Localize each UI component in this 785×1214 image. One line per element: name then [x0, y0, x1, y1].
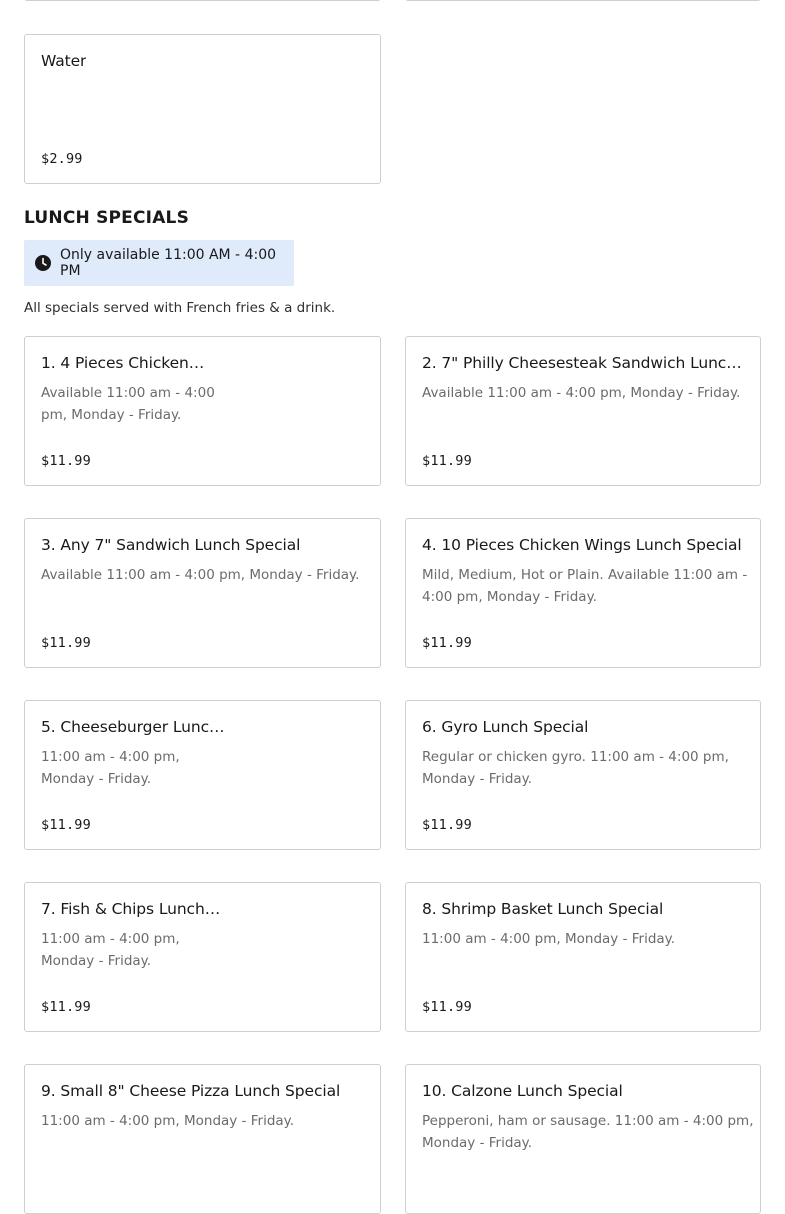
menu-item-price: $11.99: [422, 999, 472, 1015]
menu-item-price: $11.99: [422, 817, 472, 833]
menu-item-price: $11.99: [422, 453, 472, 469]
menu-item-card[interactable]: 8. Shrimp Basket Lunch Special 11:00 am …: [405, 882, 761, 1032]
menu-item-name: 1. 4 Pieces Chicken…: [41, 354, 205, 372]
menu-item-price: $11.99: [422, 635, 472, 651]
menu-item-name: 5. Cheeseburger Lunc…: [41, 718, 225, 736]
menu-item-card[interactable]: 2. 7" Philly Cheesesteak Sandwich Lunch……: [405, 336, 761, 486]
menu-item-name: 10. Calzone Lunch Special: [422, 1082, 623, 1100]
menu-item-name: 9. Small 8" Cheese Pizza Lunch Special: [41, 1082, 341, 1100]
menu-item-price: $11.99: [41, 817, 91, 833]
menu-item-description: 11:00 am - 4:00 pm, Monday - Friday.: [41, 749, 180, 787]
menu-item-card[interactable]: 6. Gyro Lunch Special Regular or chicken…: [405, 700, 761, 850]
menu-item-card[interactable]: 3. Any 7" Sandwich Lunch Special Availab…: [24, 518, 381, 668]
menu-item-card[interactable]: 9. Small 8" Cheese Pizza Lunch Special 1…: [24, 1064, 381, 1214]
menu-item-name: 3. Any 7" Sandwich Lunch Special: [41, 536, 301, 554]
availability-banner: Only available 11:00 AM - 4:00 PM: [24, 240, 294, 286]
section-title: LUNCH SPECIALS: [24, 208, 190, 228]
menu-item-name: 6. Gyro Lunch Special: [422, 718, 589, 736]
menu-item-card[interactable]: 4. 10 Pieces Chicken Wings Lunch Special…: [405, 518, 761, 668]
menu-item-card[interactable]: 5. Cheeseburger Lunc… 11:00 am - 4:00 pm…: [24, 700, 381, 850]
menu-item-description: 11:00 am - 4:00 pm, Monday - Friday.: [41, 1113, 295, 1129]
menu-item-name: 7. Fish & Chips Lunch…: [41, 900, 221, 918]
menu-item-name: 4. 10 Pieces Chicken Wings Lunch Special: [422, 536, 742, 554]
menu-item-price: $11.99: [41, 999, 91, 1015]
menu-item-card-partial[interactable]: [24, 0, 381, 1]
menu-item-price: $11.99: [41, 453, 91, 469]
availability-text: Only available 11:00 AM - 4:00 PM: [60, 247, 277, 279]
menu-item-card[interactable]: 7. Fish & Chips Lunch… 11:00 am - 4:00 p…: [24, 882, 381, 1032]
menu-item-price: $2.99: [41, 151, 83, 167]
menu-item-name: Water: [41, 52, 87, 70]
menu-item-card-water[interactable]: Water $2.99: [24, 34, 381, 184]
menu-item-description: 11:00 am - 4:00 pm, Monday - Friday.: [422, 931, 676, 947]
menu-item-name: 2. 7" Philly Cheesesteak Sandwich Lunch…: [422, 354, 744, 372]
menu-item-description: Available 11:00 am - 4:00 pm, Monday - F…: [41, 567, 360, 583]
menu-item-price: $11.99: [41, 635, 91, 651]
menu-item-description: Pepperoni, ham or sausage. 11:00 am - 4:…: [422, 1113, 754, 1151]
menu-item-description: Mild, Medium, Hot or Plain. Available 11…: [422, 567, 748, 605]
menu-item-name: 8. Shrimp Basket Lunch Special: [422, 900, 664, 918]
menu-item-card[interactable]: 1. 4 Pieces Chicken… Available 11:00 am …: [24, 336, 381, 486]
menu-item-description: Available 11:00 am - 4:00 pm, Monday - F…: [41, 385, 215, 423]
clock-icon: [35, 255, 51, 271]
menu-item-card-partial[interactable]: [405, 0, 761, 1]
section-description: All specials served with French fries & …: [24, 300, 336, 316]
menu-item-description: Regular or chicken gyro. 11:00 am - 4:00…: [422, 749, 729, 787]
menu-item-description: Available 11:00 am - 4:00 pm, Monday - F…: [422, 385, 741, 401]
menu-item-description: 11:00 am - 4:00 pm, Monday - Friday.: [41, 931, 180, 969]
menu-item-card[interactable]: 10. Calzone Lunch Special Pepperoni, ham…: [405, 1064, 761, 1214]
